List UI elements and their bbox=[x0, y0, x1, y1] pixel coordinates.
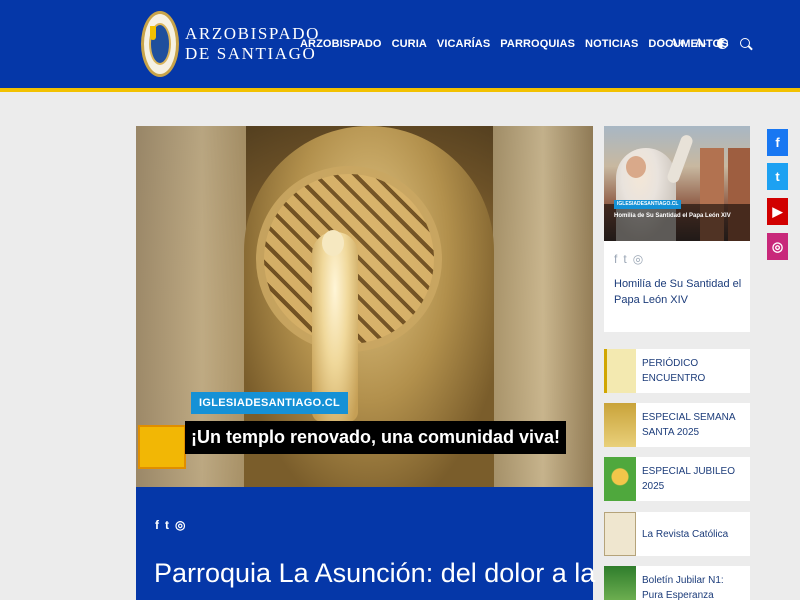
facebook-icon[interactable]: f bbox=[155, 518, 159, 532]
sidebar-item-label: ESPECIAL SEMANA SANTA 2025 bbox=[642, 412, 735, 438]
card-share: f t ◎ bbox=[614, 252, 649, 266]
twitter-icon[interactable]: t bbox=[767, 163, 788, 190]
whatsapp-icon[interactable]: ◎ bbox=[175, 518, 185, 532]
instagram-icon[interactable]: ◎ bbox=[767, 233, 788, 260]
featured-card-image[interactable]: IGLESIADESANTIAGO.CL Homilía de Su Santi… bbox=[604, 126, 750, 241]
header-yellow-stripe bbox=[0, 88, 800, 92]
revista-thumbnail bbox=[604, 512, 636, 556]
featured-card-title[interactable]: Homilía de Su Santidad el Papa León XIV bbox=[614, 276, 744, 308]
search-icon[interactable] bbox=[740, 38, 751, 48]
sidebar-item-revista[interactable]: La Revista Católica bbox=[604, 512, 750, 556]
contrast-icon[interactable] bbox=[717, 37, 729, 49]
sidebar-item-jubileo[interactable]: ESPECIAL JUBILEO 2025 bbox=[604, 457, 750, 501]
card-pope-arm bbox=[665, 133, 695, 185]
hero-image[interactable]: IGLESIADESANTIAGO.CL ¡Un templo renovado… bbox=[136, 126, 593, 487]
card-caption-bar bbox=[604, 204, 750, 241]
jubileo-thumbnail bbox=[604, 457, 636, 501]
nav-noticias[interactable]: NOTICIAS bbox=[585, 38, 638, 50]
twitter-icon[interactable]: t bbox=[165, 518, 169, 532]
site-header: Arzobispado de Santiago ARZOBISPADO CURI… bbox=[0, 0, 800, 88]
boletin-thumbnail bbox=[604, 566, 636, 600]
article-title[interactable]: Parroquia La Asunción: del dolor a la bbox=[154, 557, 595, 589]
nav-parroquias[interactable]: PARROQUIAS bbox=[500, 38, 575, 50]
hero-source-tag: IGLESIADESANTIAGO.CL bbox=[191, 392, 349, 414]
periodico-thumbnail bbox=[604, 349, 636, 393]
nav-curia[interactable]: CURIA bbox=[392, 38, 427, 50]
featured-news-card[interactable]: IGLESIADESANTIAGO.CL Homilía de Su Santi… bbox=[604, 126, 750, 332]
sidebar-item-label: La Revista Católica bbox=[642, 529, 729, 540]
sidebar-item-label: Boletín Jubilar N1: Pura Esperanza bbox=[642, 575, 724, 600]
sidebar-item-boletin[interactable]: Boletín Jubilar N1: Pura Esperanza bbox=[604, 566, 750, 600]
twitter-icon[interactable]: t bbox=[623, 252, 626, 266]
hero-statue-head bbox=[322, 230, 344, 256]
seal-shield bbox=[150, 26, 156, 40]
sidebar-item-label: ESPECIAL JUBILEO 2025 bbox=[642, 466, 735, 492]
sidebar-item-label: PERIÓDICO ENCUENTRO bbox=[642, 358, 706, 384]
font-increase-button[interactable]: A+ bbox=[670, 36, 685, 50]
hero-yellow-block bbox=[138, 425, 186, 469]
font-decrease-button[interactable]: A- bbox=[695, 36, 707, 50]
semana-santa-thumbnail bbox=[604, 403, 636, 447]
nav-vicarias[interactable]: VICARÍAS bbox=[437, 38, 490, 50]
sidebar-item-periodico[interactable]: PERIÓDICO ENCUENTRO bbox=[604, 349, 750, 393]
facebook-icon[interactable]: f bbox=[767, 129, 788, 156]
card-image-caption: Homilía de Su Santidad el Papa León XIV bbox=[614, 213, 731, 219]
accessibility-tools: A+ A- bbox=[670, 36, 751, 50]
card-source-tag: IGLESIADESANTIAGO.CL bbox=[614, 200, 682, 209]
archdiocese-seal-logo[interactable] bbox=[141, 11, 179, 77]
article-header: f t ◎ Parroquia La Asunción: del dolor a… bbox=[136, 487, 595, 600]
article-share: f t ◎ bbox=[155, 518, 191, 532]
hero-caption: ¡Un templo renovado, una comunidad viva! bbox=[185, 421, 567, 454]
youtube-icon[interactable]: ▶ bbox=[767, 198, 788, 225]
card-pope-face bbox=[626, 156, 646, 178]
facebook-icon[interactable]: f bbox=[614, 252, 617, 266]
nav-arzobispado[interactable]: ARZOBISPADO bbox=[300, 38, 382, 50]
sidebar-item-semana-santa[interactable]: ESPECIAL SEMANA SANTA 2025 bbox=[604, 403, 750, 447]
whatsapp-icon[interactable]: ◎ bbox=[633, 252, 643, 266]
